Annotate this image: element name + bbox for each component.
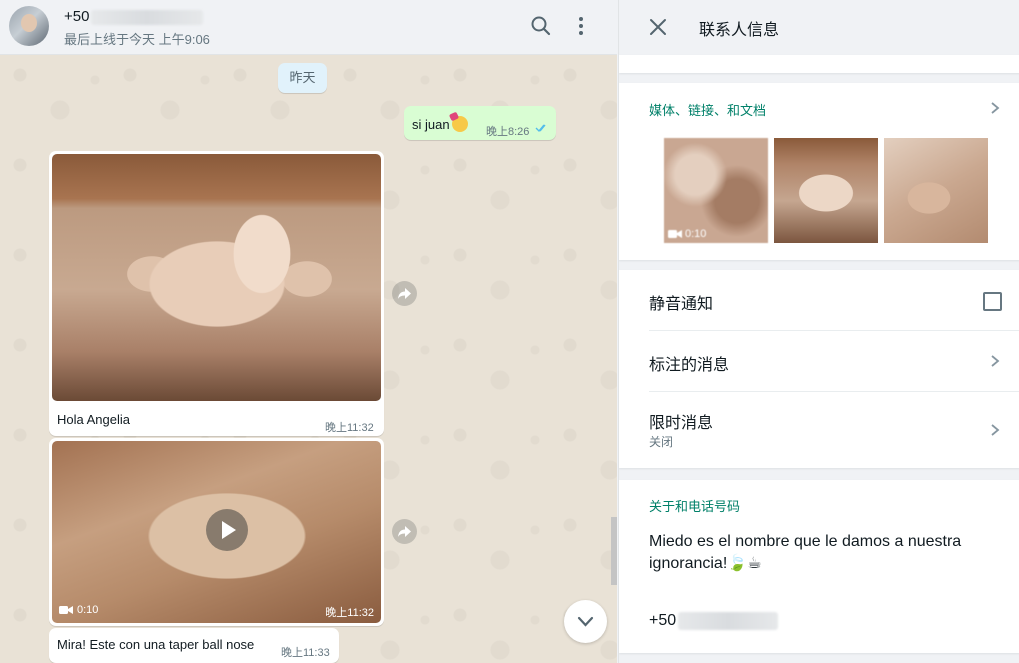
scroll-to-bottom-button[interactable] <box>564 600 607 643</box>
about-text: Miedo es el nombre que le damos a nuestr… <box>649 531 999 575</box>
message-text-content: si juan <box>412 117 450 132</box>
more-vertical-icon[interactable] <box>568 13 594 39</box>
chat-header[interactable]: +50 最后上线于今天 上午9:06 <box>0 0 617 55</box>
about-text-content: Miedo es el nombre que le damos a nuestr… <box>649 533 962 572</box>
leaf-coffee-emoji: 🍃☕ <box>727 555 762 572</box>
mute-notifications-label[interactable]: 静音通知 <box>649 290 713 314</box>
date-chip: 昨天 <box>278 63 327 93</box>
contact-status: 最后上线于今天 上午9:06 <box>64 32 210 47</box>
scrollbar[interactable] <box>611 517 617 585</box>
video-camera-icon <box>59 606 73 614</box>
phone-prefix: +50 <box>649 612 677 630</box>
chevron-right-icon[interactable] <box>988 101 1002 115</box>
video-thumbnail[interactable]: 0:10 晚上11:32 <box>52 441 381 623</box>
play-icon[interactable] <box>206 509 248 551</box>
message-time: 晚上11:32 <box>325 607 374 619</box>
double-check-icon <box>535 123 549 136</box>
video-duration-text: 0:10 <box>77 604 99 616</box>
contact-info-panel: 联系人信息 媒体、链接、和文档 0:10 静音通知 标注的消息 限时消息 关闭 … <box>618 0 1019 663</box>
avatar[interactable] <box>9 6 49 46</box>
contact-name[interactable]: +50 <box>64 8 204 25</box>
video-camera-icon <box>668 230 682 238</box>
photo-carving[interactable] <box>52 154 381 401</box>
message-time: 晚上8:26 <box>486 126 530 138</box>
message-text: Mira! Este con una taper ball nose <box>57 637 255 652</box>
divider <box>649 330 1019 331</box>
panel-header: 联系人信息 <box>619 0 1019 55</box>
thumb-duration-text: 0:10 <box>685 228 707 240</box>
close-icon[interactable] <box>646 15 670 39</box>
forward-icon[interactable] <box>392 519 417 544</box>
media-thumb-image[interactable] <box>774 138 878 243</box>
redacted-number <box>678 612 779 630</box>
incoming-message[interactable]: Mira! Este con una taper ball nose 晚上11:… <box>49 628 339 663</box>
video-message[interactable]: 0:10 晚上11:32 <box>49 438 384 626</box>
outgoing-message[interactable]: si juan 晚上8:26 <box>404 106 556 140</box>
media-thumb-image[interactable] <box>884 138 988 243</box>
redacted-number <box>91 9 204 25</box>
forward-icon[interactable] <box>392 281 417 306</box>
chevron-down-icon <box>577 616 594 627</box>
image-caption: Hola Angelia <box>57 412 130 427</box>
contact-name-prefix: +50 <box>64 8 90 25</box>
partying-face-emoji <box>451 116 468 132</box>
message-text: si juan <box>412 116 468 132</box>
media-section-title[interactable]: 媒体、链接、和文档 <box>649 100 766 119</box>
profile-card-edge <box>619 55 1019 73</box>
disappearing-messages-value: 关闭 <box>649 435 674 449</box>
settings-section: 静音通知 标注的消息 限时消息 关闭 <box>619 270 1019 468</box>
starred-messages-label[interactable]: 标注的消息 <box>649 351 729 375</box>
mute-checkbox[interactable] <box>983 292 1002 311</box>
search-icon[interactable] <box>528 13 554 39</box>
video-duration: 0:10 <box>59 604 98 616</box>
disappearing-messages-label[interactable]: 限时消息 <box>649 409 713 433</box>
image-message[interactable]: Hola Angelia 晚上11:32 <box>49 151 384 436</box>
media-thumb-video[interactable]: 0:10 <box>664 138 768 243</box>
message-time: 晚上11:32 <box>325 422 374 434</box>
chevron-right-icon[interactable] <box>988 354 1002 368</box>
chevron-right-icon[interactable] <box>988 423 1002 437</box>
about-section-title: 关于和电话号码 <box>649 499 741 514</box>
divider <box>649 391 1019 392</box>
message-time: 晚上11:33 <box>281 647 330 659</box>
phone-number[interactable]: +50 <box>649 612 779 630</box>
chat-area: +50 最后上线于今天 上午9:06 昨天 si juan 晚上8:26 Hol… <box>0 0 617 663</box>
video-duration: 0:10 <box>668 228 706 240</box>
panel-title: 联系人信息 <box>699 22 780 39</box>
